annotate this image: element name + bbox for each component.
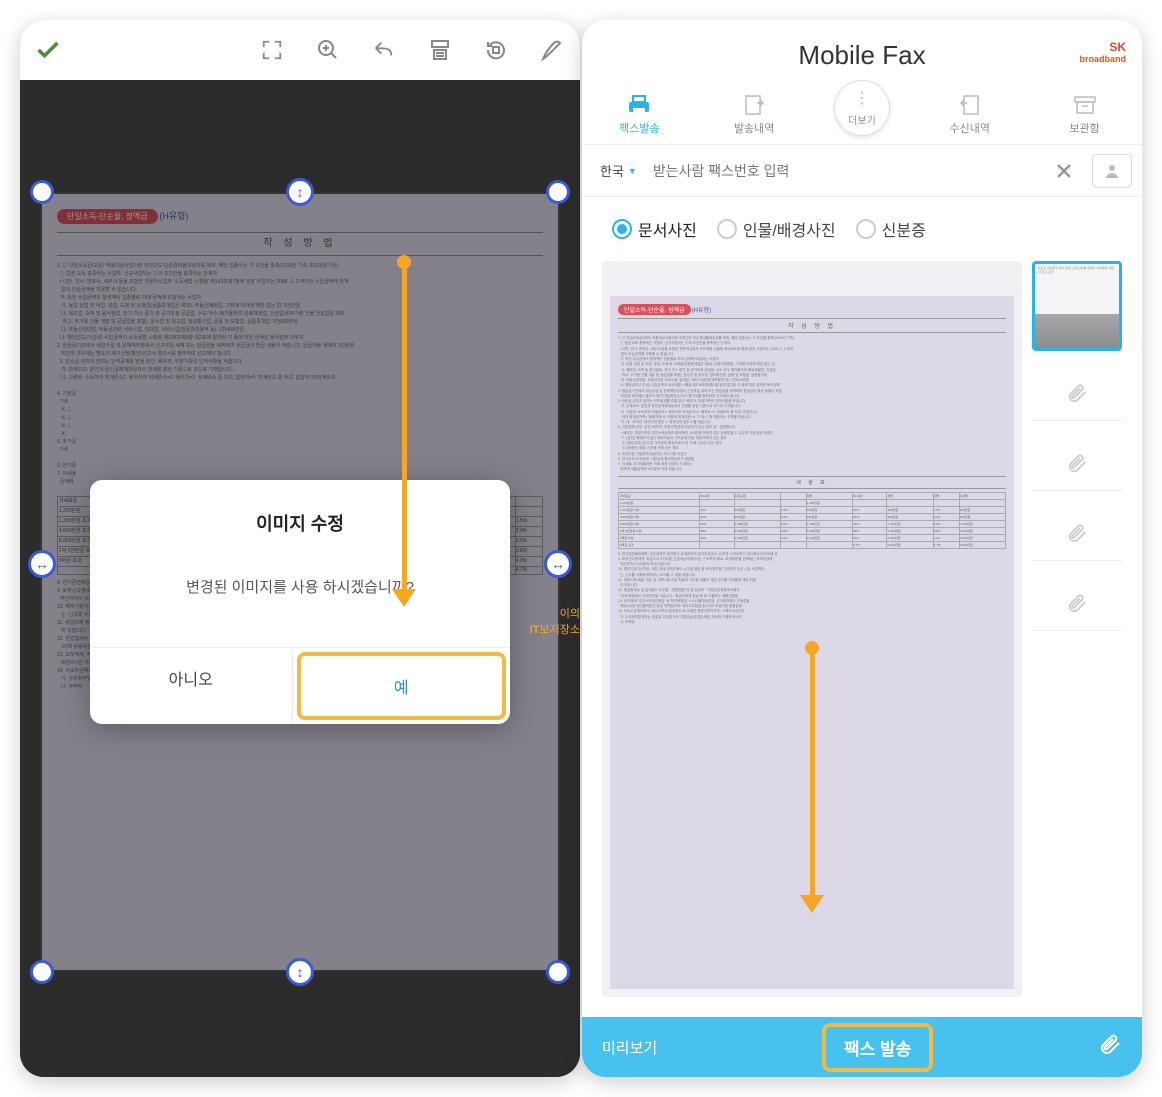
paperclip-icon — [1066, 522, 1088, 544]
fax-header: Mobile Fax SK broadband — [582, 20, 1142, 81]
watermark: 이의 IT보저장소 — [530, 605, 580, 637]
editor-canvas[interactable]: 단일소득-단순율, 정액급 (H유형) 작 성 방 법 1. ◎ 단일소득금(모… — [20, 80, 580, 1077]
crop-handle-tr[interactable] — [546, 180, 570, 204]
clear-button[interactable] — [1044, 154, 1084, 188]
dialog-message: 변경된 이미지를 사용 하시겠습니까? — [90, 576, 510, 597]
magnify-button[interactable] — [310, 32, 346, 68]
annotation-arrow-2 — [800, 641, 824, 913]
archive-icon — [1072, 94, 1098, 116]
fax-number-input[interactable] — [653, 163, 1036, 179]
fullscreen-button[interactable] — [254, 32, 290, 68]
image-editor-screen: 단일소득-단순율, 정액급 (H유형) 작 성 방 법 1. ◎ 단일소득금(모… — [20, 20, 580, 1077]
preview-area: 단일소득-단순율, 정액급 (H유형) 작 성 방 법 1. ◎ 단일소득금(모… — [582, 261, 1142, 1017]
thumbnail-1[interactable]: 텍스트 미리보기 문서 단일 소득 단순율 정액급 작성방법 사업자 신규 조건 — [1032, 261, 1122, 351]
nav-tabs: 팩스발송 발송내역 ⋮ 더보기 수신내역 보관함 — [582, 81, 1142, 144]
preview-button[interactable]: 미리보기 — [602, 1037, 657, 1058]
crop-handle-top[interactable]: ↕ — [286, 178, 314, 206]
printer-icon — [626, 94, 652, 116]
tab-archive[interactable]: 보관함 — [1050, 86, 1120, 144]
photo-type-selector: 문서사진 인물/배경사진 신분증 — [582, 197, 1142, 261]
main-preview[interactable]: 단일소득-단순율, 정액급 (H유형) 작 성 방 법 1. ◎ 단일소득금(모… — [602, 261, 1022, 997]
crop-handle-tl[interactable] — [30, 180, 54, 204]
attach-slot-1[interactable] — [1032, 366, 1122, 421]
print-button[interactable] — [422, 32, 458, 68]
attach-slot-4[interactable] — [1032, 576, 1122, 631]
undo-button[interactable] — [366, 32, 402, 68]
radio-icon — [856, 219, 876, 239]
confirm-button[interactable] — [30, 32, 66, 68]
tab-received[interactable]: 수신내역 — [935, 86, 1005, 144]
dots-icon: ⋮ — [849, 89, 875, 108]
radio-person-photo[interactable]: 인물/배경사진 — [717, 217, 836, 241]
country-select[interactable]: 한국 ▼ — [592, 153, 645, 188]
thumbnail-sidebar: 텍스트 미리보기 문서 단일 소득 단순율 정액급 작성방법 사업자 신규 조건 — [1032, 261, 1122, 997]
editor-toolbar — [20, 20, 580, 80]
crop-handle-right[interactable]: ↔ — [544, 550, 572, 578]
bottom-bar: 미리보기 팩스 발송 — [582, 1017, 1142, 1077]
paperclip-icon — [1066, 382, 1088, 404]
chevron-down-icon: ▼ — [628, 166, 637, 176]
doc-out-icon — [741, 94, 767, 116]
sk-logo: SK broadband — [1080, 40, 1127, 64]
crop-handle-br[interactable] — [546, 960, 570, 984]
dialog-yes-button[interactable]: 예 — [297, 652, 507, 720]
paperclip-icon — [1066, 592, 1088, 614]
contact-button[interactable] — [1092, 154, 1132, 188]
confirm-dialog: 이미지 수정 변경된 이미지를 사용 하시겠습니까? 아니오 예 — [90, 480, 510, 724]
fax-app-screen: Mobile Fax SK broadband 팩스발송 발송내역 ⋮ 더보기 — [582, 20, 1142, 1077]
dialog-no-button[interactable]: 아니오 — [90, 648, 293, 724]
annotation-arrow-1 — [392, 255, 416, 607]
send-fax-button[interactable]: 팩스 발송 — [822, 1023, 933, 1072]
attach-slot-2[interactable] — [1032, 436, 1122, 491]
radio-icon — [612, 219, 632, 239]
rotate-button[interactable] — [478, 32, 514, 68]
crop-handle-bottom[interactable]: ↕ — [286, 958, 314, 986]
radio-id-photo[interactable]: 신분증 — [856, 217, 926, 241]
attach-button[interactable] — [1098, 1032, 1122, 1062]
crop-handle-left[interactable]: ↔ — [28, 550, 56, 578]
recipient-row: 한국 ▼ — [582, 144, 1142, 197]
tab-more[interactable]: ⋮ 더보기 — [834, 80, 890, 136]
app-title: Mobile Fax — [798, 40, 925, 71]
pen-button[interactable] — [534, 32, 570, 68]
tab-send[interactable]: 팩스발송 — [604, 86, 674, 144]
radio-icon — [717, 219, 737, 239]
paperclip-icon — [1098, 1032, 1122, 1056]
radio-doc-photo[interactable]: 문서사진 — [612, 217, 697, 241]
dialog-title: 이미지 수정 — [90, 510, 510, 536]
crop-handle-bl[interactable] — [30, 960, 54, 984]
attach-slot-3[interactable] — [1032, 506, 1122, 561]
tab-sent[interactable]: 발송내역 — [719, 86, 789, 144]
paperclip-icon — [1066, 452, 1088, 474]
doc-in-icon — [957, 94, 983, 116]
